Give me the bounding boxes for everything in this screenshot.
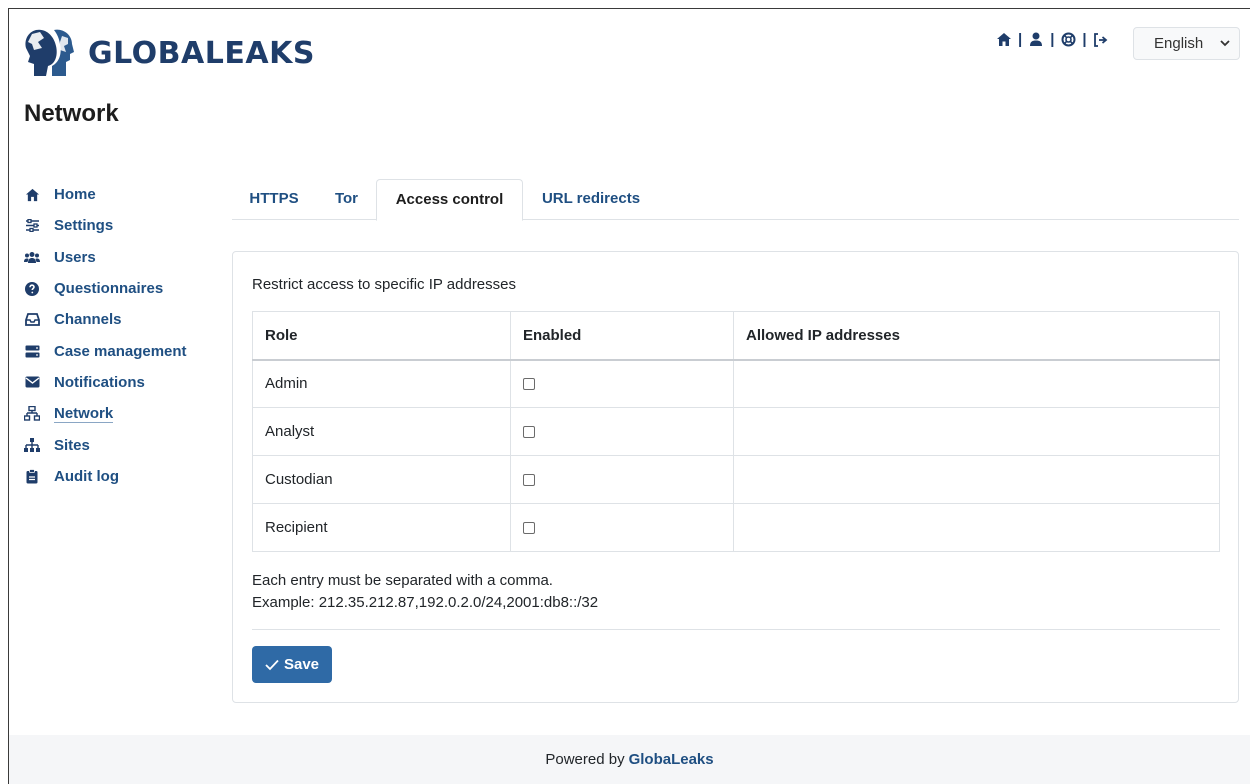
enabled-cell (510, 455, 734, 504)
globaleaks-logo-icon (25, 29, 74, 77)
help-text-line: Each entry must be separated with a comm… (252, 572, 553, 589)
globaleaks-logo[interactable]: GLOBALEAKS (22, 26, 315, 80)
column-header-allowed-ips: Allowed IP addresses (733, 311, 1220, 361)
sidebar-item-label: Sites (54, 436, 90, 454)
tab-tor[interactable]: Tor (318, 179, 375, 220)
tab-url-redirects[interactable]: URL redirects (524, 179, 658, 220)
table-row: Recipient (252, 503, 1220, 552)
sidebar-item-label: Settings (54, 217, 114, 235)
sidebar-item-label: Users (54, 248, 96, 266)
question-circle-icon (24, 281, 40, 297)
home-icon[interactable] (996, 32, 1012, 48)
enabled-cell (510, 407, 734, 456)
separator: | (1082, 31, 1087, 48)
sidebar-item-label: Channels (54, 311, 122, 329)
table-header-row: Role Enabled Allowed IP addresses (252, 311, 1220, 361)
table-row: Custodian (252, 455, 1220, 504)
top-nav-icons: | | | (996, 31, 1109, 48)
column-header-role: Role (252, 311, 511, 361)
sidebar-item-label: Notifications (54, 373, 145, 391)
server-icon (24, 343, 40, 359)
sidebar-item-audit-log[interactable]: Audit log (24, 461, 187, 492)
sidebar-item-case-management[interactable]: Case management (24, 335, 187, 366)
sidebar-item-label: Home (54, 186, 96, 204)
user-icon[interactable] (1028, 32, 1044, 48)
page-title: Network (24, 100, 119, 127)
brand-name: GLOBALEAKS (88, 35, 315, 71)
footer-brand-link[interactable]: GlobaLeaks (629, 751, 714, 768)
access-control-table: Role Enabled Allowed IP addresses Admin … (252, 311, 1220, 552)
sidebar-item-label: Case management (54, 342, 187, 360)
help-text: Each entry must be separated with a comm… (252, 570, 598, 614)
role-cell: Recipient (252, 503, 511, 552)
footer-prefix: Powered by (545, 751, 625, 768)
inbox-icon (24, 312, 40, 328)
checkmark-icon (265, 659, 279, 670)
lifebuoy-icon[interactable] (1060, 32, 1076, 48)
sidebar-item-network[interactable]: Network (24, 398, 187, 429)
enabled-checkbox-analyst[interactable] (523, 426, 535, 439)
help-text-example: Example: 212.35.212.87,192.0.2.0/24,2001… (252, 594, 599, 611)
role-cell: Admin (252, 359, 511, 408)
sidebar-item-users[interactable]: Users (24, 242, 187, 273)
table-row: Admin (252, 359, 1220, 408)
column-header-enabled: Enabled (510, 311, 734, 361)
tab-https[interactable]: HTTPS (232, 179, 316, 220)
save-button[interactable]: Save (252, 646, 332, 683)
enabled-checkbox-custodian[interactable] (523, 474, 535, 487)
allowed-ips-cell[interactable] (733, 407, 1220, 456)
sitemap-icon (24, 437, 40, 453)
language-select-value: English (1154, 35, 1204, 52)
network-icon (24, 406, 40, 422)
allowed-ips-cell[interactable] (733, 359, 1220, 408)
envelope-icon (24, 374, 40, 390)
tab-access-control[interactable]: Access control (376, 179, 523, 221)
sidebar: Home Settings Users Questionnaires Chann… (24, 179, 187, 492)
sidebar-item-questionnaires[interactable]: Questionnaires (24, 273, 187, 304)
chevron-down-icon (1220, 40, 1230, 47)
enabled-cell (510, 359, 734, 408)
sidebar-item-notifications[interactable]: Notifications (24, 367, 187, 398)
access-control-panel: Restrict access to specific IP addresses… (232, 251, 1239, 703)
enabled-checkbox-admin[interactable] (523, 378, 535, 391)
users-icon (24, 249, 40, 265)
sliders-icon (24, 218, 40, 234)
enabled-checkbox-recipient[interactable] (523, 522, 535, 535)
sidebar-item-label: Network (54, 404, 114, 423)
allowed-ips-cell[interactable] (733, 503, 1220, 552)
clipboard-icon (24, 468, 40, 484)
footer: Powered by GlobaLeaks (9, 735, 1250, 784)
logout-icon[interactable] (1093, 32, 1109, 48)
role-cell: Analyst (252, 407, 511, 456)
save-button-label: Save (283, 656, 320, 673)
divider (252, 629, 1220, 630)
network-tabs: HTTPS Tor Access control URL redirects (232, 179, 1239, 221)
home-icon (24, 187, 40, 203)
role-cell: Custodian (252, 455, 511, 504)
separator: | (1050, 31, 1055, 48)
sidebar-item-label: Audit log (54, 467, 119, 485)
sidebar-item-channels[interactable]: Channels (24, 304, 187, 335)
sidebar-item-home[interactable]: Home (24, 179, 187, 210)
separator: | (1018, 31, 1023, 48)
table-row: Analyst (252, 407, 1220, 456)
sidebar-item-sites[interactable]: Sites (24, 429, 187, 460)
language-select[interactable]: English (1133, 27, 1240, 60)
allowed-ips-cell[interactable] (733, 455, 1220, 504)
access-control-intro: Restrict access to specific IP addresses (252, 276, 516, 293)
enabled-cell (510, 503, 734, 552)
sidebar-item-label: Questionnaires (54, 280, 164, 298)
sidebar-item-settings[interactable]: Settings (24, 210, 187, 241)
